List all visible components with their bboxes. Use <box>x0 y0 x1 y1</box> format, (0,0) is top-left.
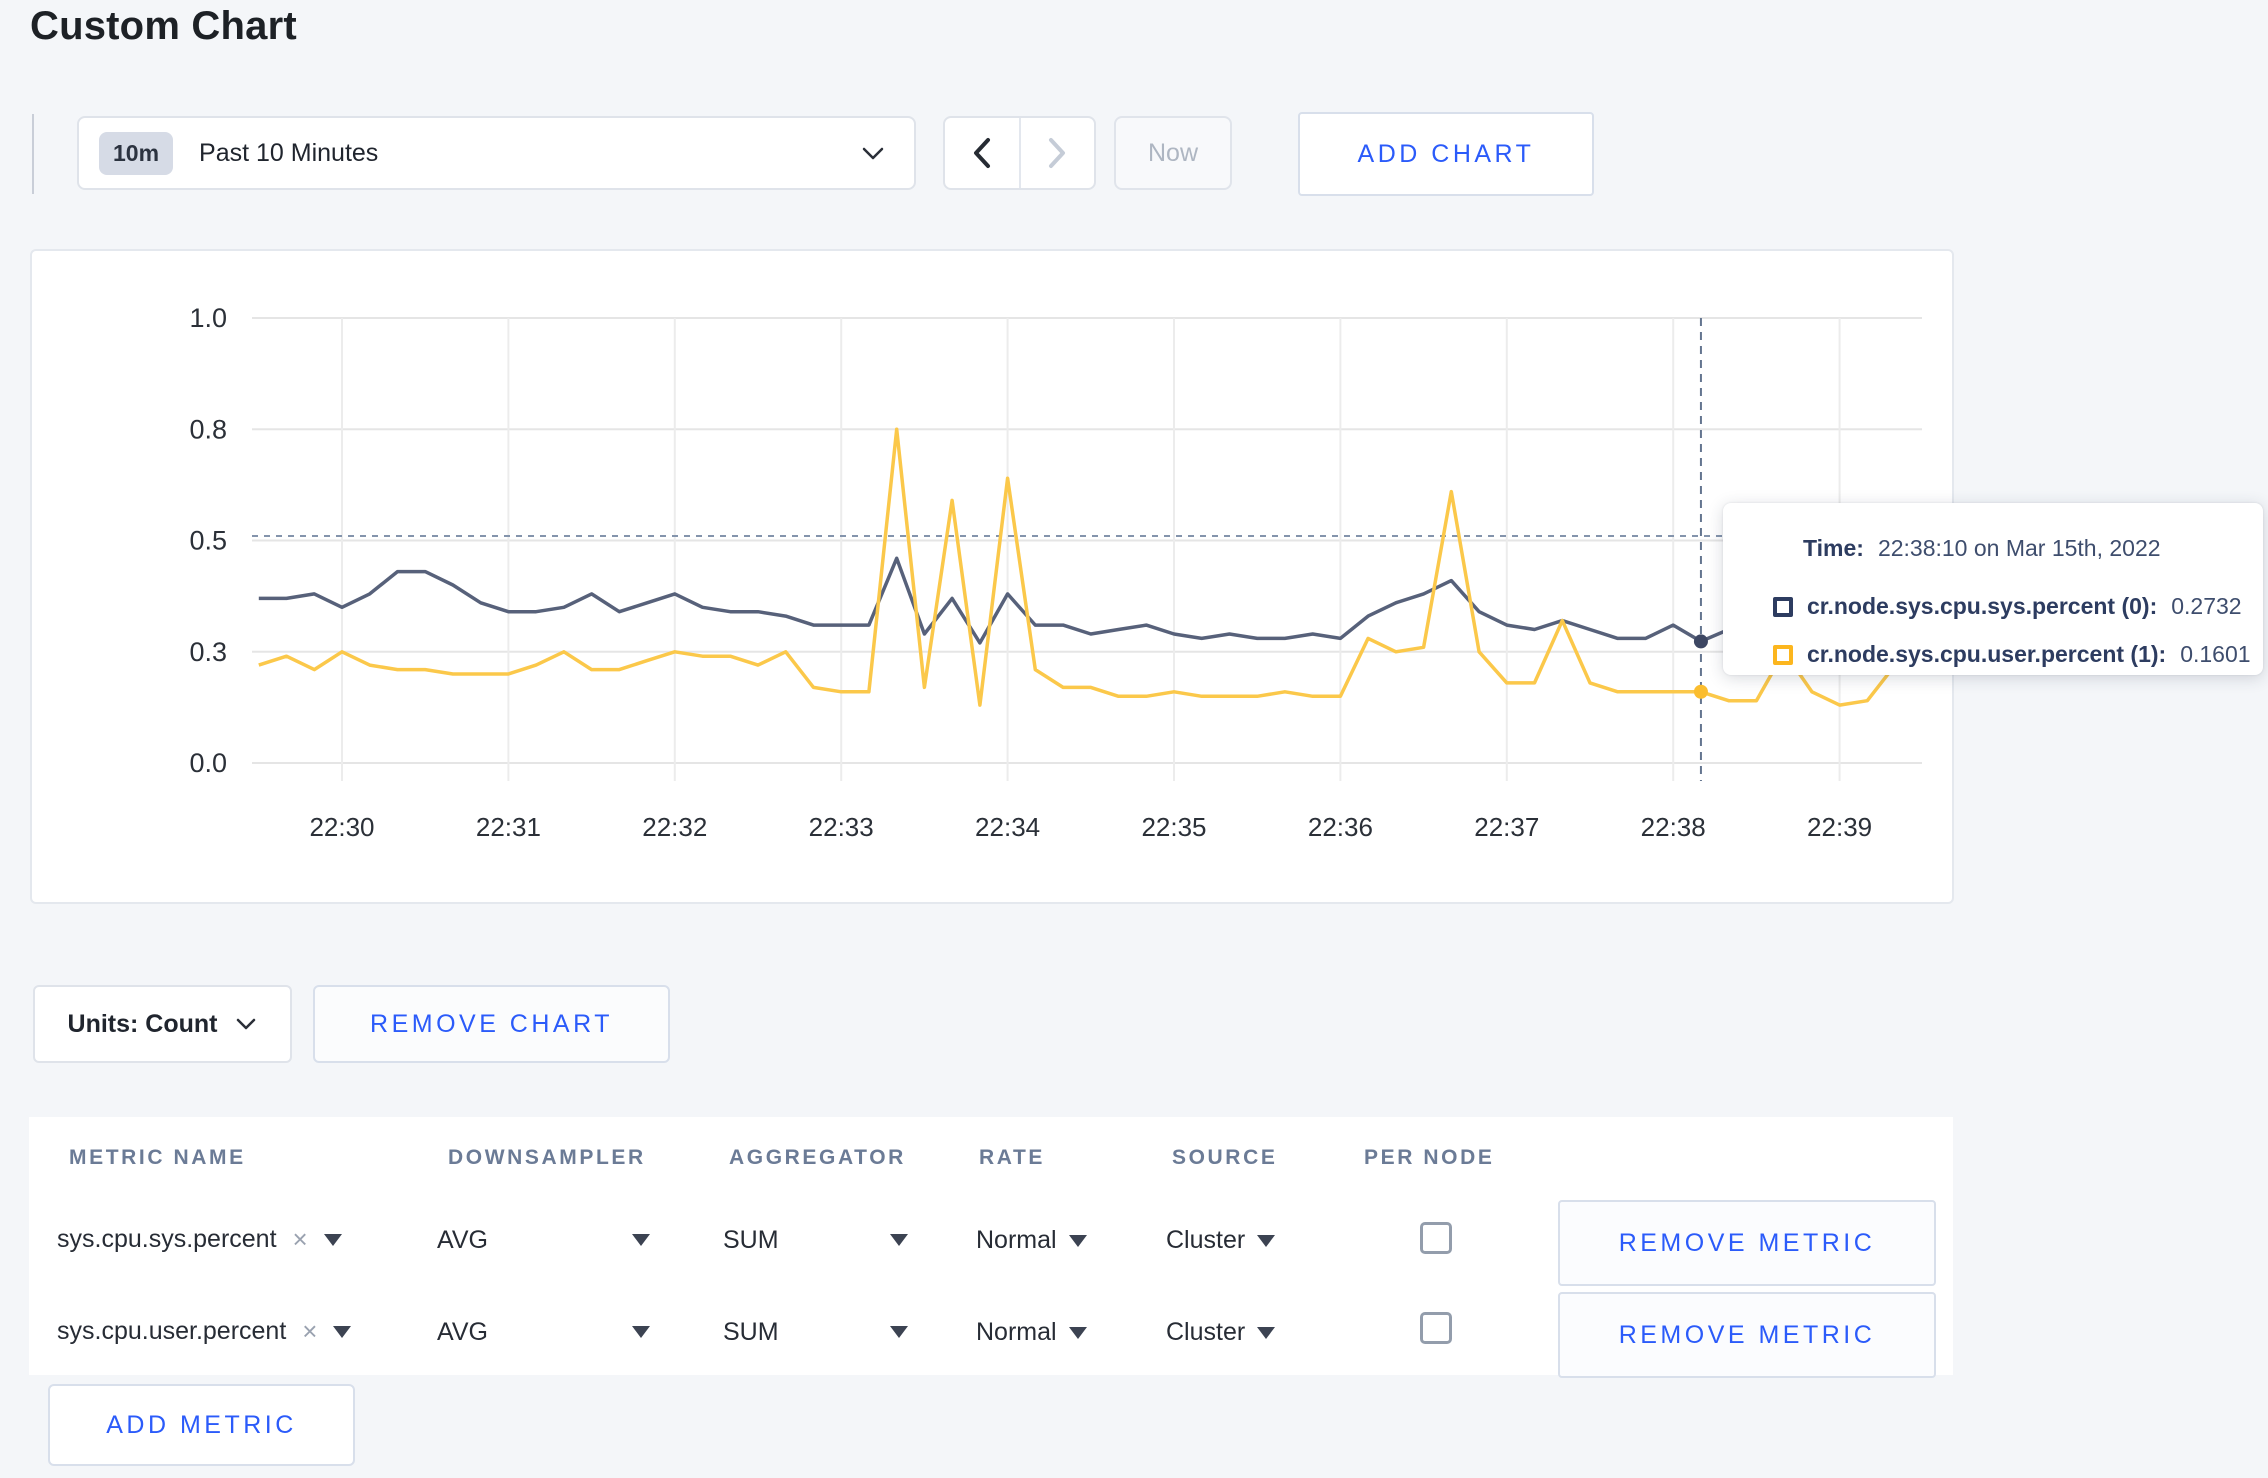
prev-interval-button[interactable] <box>945 118 1021 188</box>
x-axis-tick-label: 22:37 <box>1474 812 1539 842</box>
now-button[interactable]: Now <box>1114 116 1232 190</box>
col-header-per-node: PER NODE <box>1364 1146 1495 1169</box>
clear-metric-icon[interactable]: × <box>302 1316 317 1347</box>
caret-down-icon <box>333 1325 352 1338</box>
caret-down-icon[interactable] <box>632 1234 650 1246</box>
x-axis-tick-label: 22:30 <box>309 812 374 842</box>
caret-down-icon <box>1257 1326 1276 1339</box>
x-axis-tick-label: 22:38 <box>1641 812 1706 842</box>
x-axis-tick-label: 22:39 <box>1807 812 1872 842</box>
tooltip-time-value: 22:38:10 on Mar 15th, 2022 <box>1877 535 2161 561</box>
hover-point-user <box>1693 684 1708 699</box>
remove-chart-button[interactable]: REMOVE CHART <box>313 985 670 1063</box>
chevron-right-icon <box>1049 138 1066 168</box>
add-metric-button[interactable]: ADD METRIC <box>48 1384 355 1466</box>
aggregator-dropdown[interactable]: SUM <box>723 1318 779 1347</box>
metric-name-value: sys.cpu.sys.percent <box>57 1225 277 1253</box>
remove-metric-button[interactable]: REMOVE METRIC <box>1558 1292 1936 1378</box>
source-value: Cluster <box>1166 1318 1246 1346</box>
clear-metric-icon[interactable]: × <box>293 1224 308 1255</box>
source-dropdown[interactable]: Cluster <box>1166 1226 1276 1255</box>
chevron-down-icon <box>860 144 886 167</box>
x-axis-tick-label: 22:33 <box>809 812 874 842</box>
per-node-checkbox[interactable] <box>1420 1312 1452 1344</box>
col-header-metric-name: METRIC NAME <box>69 1146 246 1169</box>
caret-down-icon <box>1068 1234 1087 1247</box>
chart-tooltip: Time: 22:38:10 on Mar 15th, 2022 cr.node… <box>1723 503 2263 675</box>
timeseries-chart[interactable]: 0.0 0.3 0.5 0.8 1.0 22:30 22:31 22:32 22:33 22:34… <box>32 251 1956 906</box>
col-header-downsampler: DOWNSAMPLER <box>448 1146 646 1169</box>
tooltip-series-value: 0.2732 <box>2171 593 2242 619</box>
downsampler-dropdown[interactable]: AVG <box>437 1226 488 1255</box>
aggregator-dropdown[interactable]: SUM <box>723 1226 779 1255</box>
table-row: sys.cpu.user.percent × AVG SUM Normal Cl… <box>29 1290 1953 1382</box>
caret-down-icon[interactable] <box>890 1326 908 1338</box>
rate-dropdown[interactable]: Normal <box>976 1226 1087 1255</box>
downsampler-dropdown[interactable]: AVG <box>437 1318 488 1347</box>
tooltip-series-label: cr.node.sys.cpu.sys.percent (0): <box>1807 593 2158 619</box>
rate-value: Normal <box>976 1318 1057 1346</box>
per-node-checkbox[interactable] <box>1420 1222 1452 1254</box>
rate-dropdown[interactable]: Normal <box>976 1318 1087 1347</box>
col-header-aggregator: AGGREGATOR <box>729 1146 906 1169</box>
series-sys-legend-swatch-icon <box>1773 596 1793 617</box>
next-interval-button[interactable] <box>1021 118 1095 188</box>
chart-card[interactable]: 0.0 0.3 0.5 0.8 1.0 22:30 22:31 22:32 22:33 22:34… <box>30 249 1954 904</box>
x-axis-tick-label: 22:35 <box>1141 812 1206 842</box>
remove-metric-button[interactable]: REMOVE METRIC <box>1558 1200 1936 1286</box>
toolbar-accent-divider <box>32 114 34 194</box>
chevron-left-icon <box>973 138 990 168</box>
x-axis-tick-label: 22:34 <box>975 812 1040 842</box>
y-axis-tick-label: 0.8 <box>189 414 227 444</box>
y-axis-tick-label: 0.3 <box>189 637 227 667</box>
col-header-source: SOURCE <box>1172 1146 1278 1169</box>
metric-name-dropdown[interactable]: sys.cpu.user.percent × <box>57 1316 352 1347</box>
hover-point-sys <box>1693 634 1708 649</box>
caret-down-icon <box>323 1233 342 1246</box>
series-user-legend-swatch-icon <box>1773 644 1793 665</box>
metric-name-value: sys.cpu.user.percent <box>57 1317 287 1345</box>
y-axis-tick-label: 0.0 <box>189 748 227 778</box>
table-row: sys.cpu.sys.percent × AVG SUM Normal Clu… <box>29 1198 1953 1290</box>
source-value: Cluster <box>1166 1226 1246 1254</box>
units-dropdown[interactable]: Units: Count <box>33 985 292 1063</box>
time-range-dropdown[interactable]: 10m Past 10 Minutes <box>77 116 916 190</box>
y-axis-tick-label: 1.0 <box>189 303 227 333</box>
caret-down-icon <box>1257 1234 1276 1247</box>
time-range-label: Past 10 Minutes <box>199 138 379 167</box>
x-axis-tick-label: 22:31 <box>476 812 541 842</box>
metrics-table: METRIC NAME DOWNSAMPLER AGGREGATOR RATE … <box>29 1117 1953 1378</box>
tooltip-series-value: 0.1601 <box>2180 641 2251 667</box>
x-axis-tick-label: 22:36 <box>1308 812 1373 842</box>
add-chart-button[interactable]: ADD CHART <box>1298 112 1594 196</box>
x-axis-tick-label: 22:32 <box>642 812 707 842</box>
time-step-button-group <box>943 116 1096 190</box>
caret-down-icon[interactable] <box>890 1234 908 1246</box>
chevron-down-icon <box>237 1018 256 1030</box>
units-label: Units: Count <box>67 1009 218 1038</box>
tooltip-series-row: cr.node.sys.cpu.sys.percent (0): 0.2732 <box>1773 593 2242 620</box>
tooltip-series-row: cr.node.sys.cpu.user.percent (1): 0.1601 <box>1773 641 2251 668</box>
source-dropdown[interactable]: Cluster <box>1166 1318 1276 1347</box>
tooltip-series-label: cr.node.sys.cpu.user.percent (1): <box>1807 641 2167 667</box>
caret-down-icon[interactable] <box>632 1326 650 1338</box>
rate-value: Normal <box>976 1226 1057 1254</box>
page-title: Custom Chart <box>30 4 297 48</box>
y-axis-tick-label: 0.5 <box>189 526 227 556</box>
col-header-rate: RATE <box>979 1146 1046 1169</box>
caret-down-icon <box>1068 1326 1087 1339</box>
tooltip-time-row: Time: 22:38:10 on Mar 15th, 2022 <box>1803 535 2161 562</box>
metric-name-dropdown[interactable]: sys.cpu.sys.percent × <box>57 1224 342 1255</box>
time-range-badge: 10m <box>99 131 174 175</box>
tooltip-time-label: Time: <box>1803 535 1864 561</box>
